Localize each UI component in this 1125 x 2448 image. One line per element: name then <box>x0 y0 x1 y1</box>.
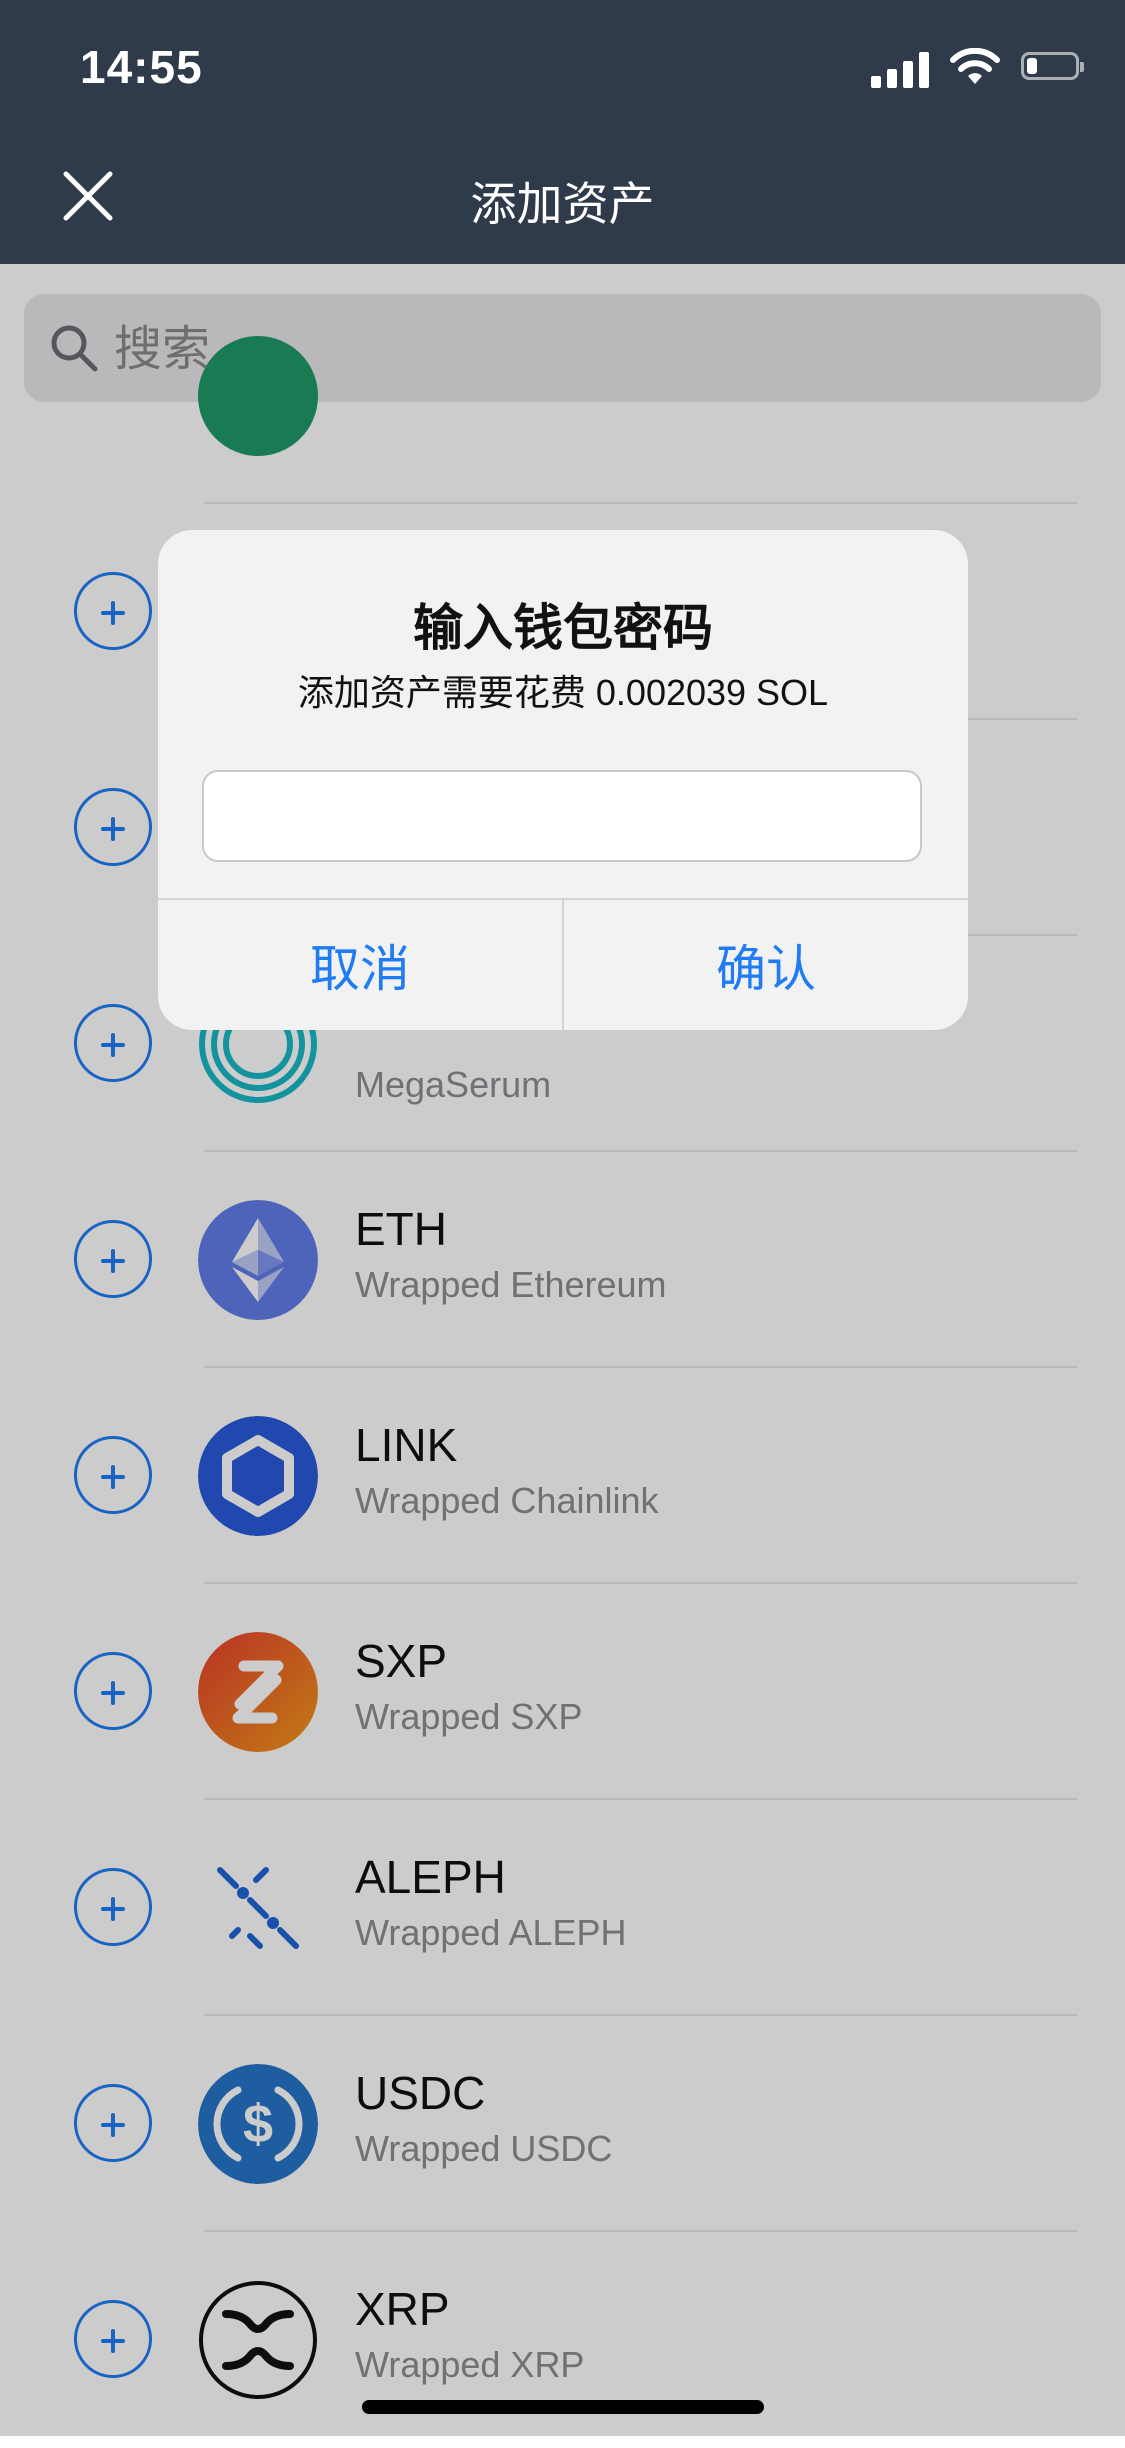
battery-icon <box>1021 52 1084 80</box>
confirm-button[interactable]: 确认 <box>564 900 968 1030</box>
cancel-button[interactable]: 取消 <box>158 900 562 1030</box>
page-title: 添加资产 <box>470 178 655 230</box>
cellular-signal-icon <box>871 52 929 88</box>
top-bar: 14:55 添加资产 <box>0 0 1125 264</box>
wifi-icon <box>950 48 1000 84</box>
dialog-title: 输入钱包密码 <box>413 600 713 656</box>
status-icons <box>871 48 1084 88</box>
home-indicator <box>362 2400 764 2414</box>
status-time: 14:55 <box>80 41 203 93</box>
password-dialog: 输入钱包密码 添加资产需要花费 0.002039 SOL 取消 确认 <box>158 530 968 1030</box>
dialog-message: 添加资产需要花费 0.002039 SOL <box>297 672 829 713</box>
password-input[interactable] <box>202 770 922 862</box>
